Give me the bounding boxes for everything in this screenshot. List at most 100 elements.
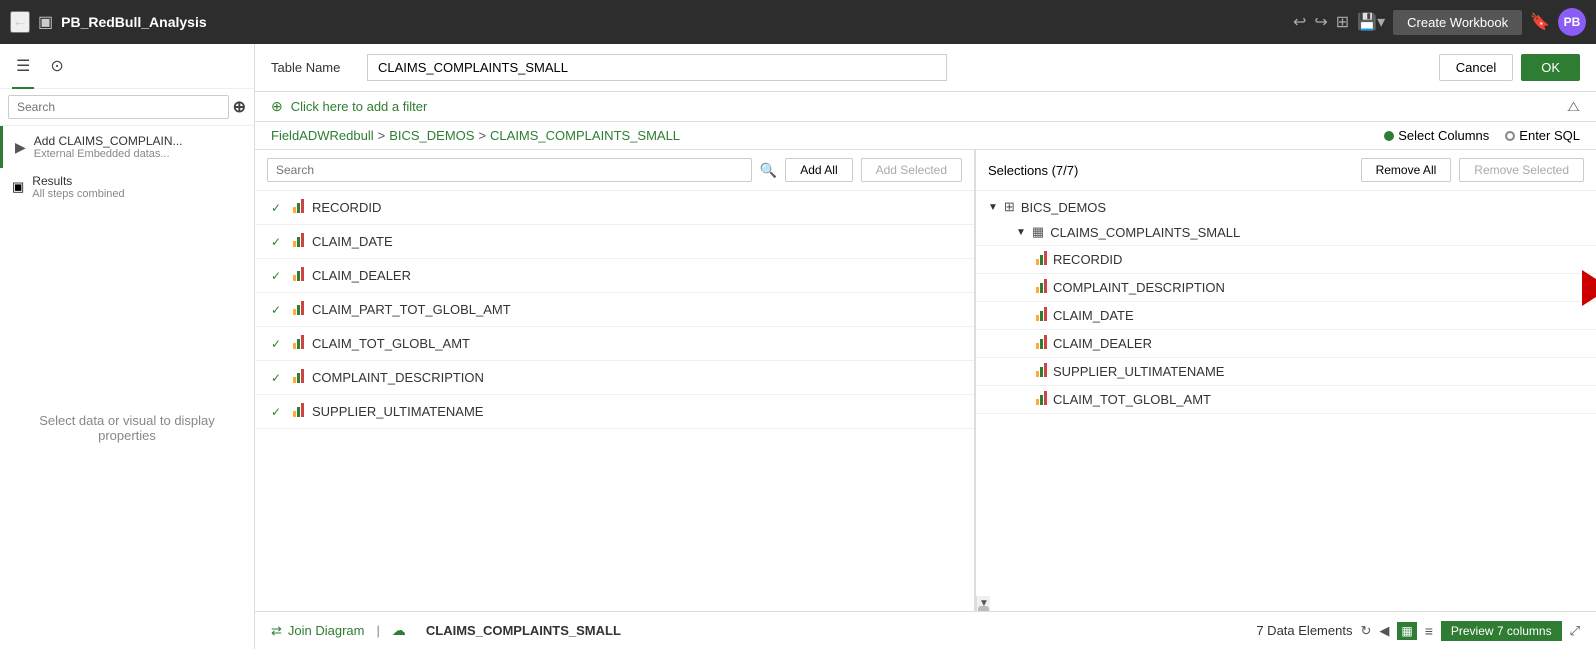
col-name-claim-tot: CLAIM_TOT_GLOBL_AMT [312,336,470,351]
tree-item-recordid[interactable]: RECORDID [976,246,1596,274]
col-name-claim-date: CLAIM_DATE [312,234,393,249]
arrow-left-icon[interactable]: ◀ [1379,623,1389,639]
list-item[interactable]: ✓ SUPPLIER_ULTIMATENAME [255,395,974,429]
sidebar-item-text: Add CLAIMS_COMPLAIN... External Embedded… [34,134,183,160]
check-icon: ✓ [271,235,285,249]
list-item[interactable]: ✓ CLAIM_DEALER [255,259,974,293]
list-view-icon[interactable]: ≡ [1425,623,1433,639]
list-item[interactable]: ✓ CLAIM_TOT_GLOBL_AMT [255,327,974,361]
sidebar-item-results[interactable]: ▣ Results All steps combined [0,168,254,206]
filter-text[interactable]: Click here to add a filter [291,99,428,114]
sel-col-icon [1036,251,1047,268]
back-button[interactable]: ← [10,11,30,33]
tree-node-bics-demos[interactable]: ▼ ⊞ BICS_DEMOS [976,195,1596,219]
refresh-icon[interactable]: ↻ [1360,623,1371,639]
radio-dot-outline [1505,131,1515,141]
undo-icon[interactable]: ↩ [1293,12,1306,32]
results-icon: ▣ [12,179,24,195]
join-diagram-button[interactable]: ⇄ Join Diagram [271,623,365,639]
results-label: Results [32,174,124,188]
breadcrumb-part-2[interactable]: BICS_DEMOS [389,128,474,143]
columns-panel: 🔍 Add All Add Selected ✓ RECORDID ✓ [255,150,1596,611]
sidebar-search-input[interactable] [8,95,229,119]
tree-item-complaint-desc[interactable]: COMPLAINT_DESCRIPTION [976,274,1596,302]
tree-arrow-icon2: ▼ [1016,227,1026,238]
breadcrumb-sep-1: > [378,128,386,143]
ok-button[interactable]: OK [1521,54,1580,81]
select-columns-option[interactable]: Select Columns [1384,128,1489,143]
sel-col-name: COMPLAINT_DESCRIPTION [1053,280,1225,295]
col-name-supplier: SUPPLIER_ULTIMATENAME [312,404,483,419]
col-bar-icon [293,233,304,250]
selections-tree: ▼ ⊞ BICS_DEMOS ▼ ▦ CLAIMS_COMPLAINTS_SMA… [976,191,1596,596]
sel-col-icon [1036,279,1047,296]
breadcrumb-part-1[interactable]: FieldADWRedbull [271,128,374,143]
add-selected-button[interactable]: Add Selected [861,158,962,182]
filter-add-icon[interactable]: ⊕ [271,98,283,115]
list-item[interactable]: ✓ CLAIM_DATE [255,225,974,259]
select-columns-label: Select Columns [1398,128,1489,143]
col-name-claim-dealer: CLAIM_DEALER [312,268,411,283]
scrollbar-thumb[interactable] [978,606,989,611]
avatar[interactable]: PB [1558,8,1586,36]
data-elements-count: 7 Data Elements [1256,623,1352,638]
check-icon: ✓ [271,269,285,283]
sidebar-item-add-claims[interactable]: ▶ Add CLAIMS_COMPLAIN... External Embedd… [0,126,254,168]
tree-node-table[interactable]: ▼ ▦ CLAIMS_COMPLAINTS_SMALL [976,219,1596,246]
sel-col-name: CLAIM_TOT_GLOBL_AMT [1053,392,1211,407]
top-bar: ← ▣ PB_RedBull_Analysis ↩ ↪ ⊞ 💾▾ Create … [0,0,1596,44]
filter-funnel-icon[interactable]: ⧍ [1567,98,1580,115]
list-item[interactable]: ✓ CLAIM_PART_TOT_GLOBL_AMT [255,293,974,327]
sidebar-add-button[interactable]: ⊕ [233,97,246,117]
breadcrumb-row: FieldADWRedbull > BICS_DEMOS > CLAIMS_CO… [255,122,1596,150]
cloud-icon: ☁ [392,622,406,639]
col-name-complaint-desc: COMPLAINT_DESCRIPTION [312,370,484,385]
check-icon: ✓ [271,201,285,215]
sidebar: ☰ ⊙ ⊕ ▶ Add CLAIMS_COMPLAIN... External … [0,44,255,649]
table-name-input[interactable] [367,54,947,81]
col-name-claim-part-tot: CLAIM_PART_TOT_GLOBL_AMT [312,302,511,317]
list-item[interactable]: ✓ RECORDID [255,191,974,225]
enter-sql-option[interactable]: Enter SQL [1505,128,1580,143]
layout-icon[interactable]: ⊞ [1336,12,1349,32]
col-name-recordid: RECORDID [312,200,381,215]
sidebar-nav-sublabel: External Embedded datas... [34,148,183,160]
preview-button[interactable]: Preview 7 columns [1441,621,1562,641]
tree-item-claim-date[interactable]: CLAIM_DATE [976,302,1596,330]
save-icon[interactable]: 💾▾ [1357,12,1385,32]
sidebar-icon-list[interactable]: ☰ [12,52,34,80]
selections-title: Selections (7/7) [988,163,1353,178]
bookmark-icon[interactable]: 🔖 [1530,12,1550,32]
columns-left-panel: 🔍 Add All Add Selected ✓ RECORDID ✓ [255,150,976,611]
tree-item-claim-tot[interactable]: CLAIM_TOT_GLOBL_AMT [976,386,1596,414]
sel-col-icon [1036,391,1047,408]
col-bar-icon [293,199,304,216]
create-workbook-button[interactable]: Create Workbook [1393,10,1522,35]
breadcrumb-right: Select Columns Enter SQL [1384,128,1580,143]
remove-all-button[interactable]: Remove All [1361,158,1452,182]
columns-search-icon: 🔍 [760,162,777,179]
grid-view-icon[interactable]: ▦ [1397,622,1416,640]
selections-header: Selections (7/7) Remove All Remove Selec… [976,150,1596,191]
results-text: Results All steps combined [32,174,124,200]
bottom-bar: ⇄ Join Diagram | ☁ CLAIMS_COMPLAINTS_SMA… [255,611,1596,649]
list-item[interactable]: ✓ COMPLAINT_DESCRIPTION [255,361,974,395]
sidebar-icon-circle[interactable]: ⊙ [46,52,67,80]
tree-item-claim-dealer[interactable]: CLAIM_DEALER [976,330,1596,358]
nav-arrow-icon: ▶ [15,139,26,156]
remove-selected-button[interactable]: Remove Selected [1459,158,1584,182]
add-all-button[interactable]: Add All [785,158,852,182]
sidebar-bottom-text: Select data or visual to display propert… [0,206,254,649]
check-icon: ✓ [271,405,285,419]
check-icon: ✓ [271,337,285,351]
col-bar-icon [293,301,304,318]
expand-icon[interactable]: ⤢ [1570,623,1580,639]
cancel-button[interactable]: Cancel [1439,54,1513,81]
table-name-label: Table Name [271,60,351,75]
redo-icon[interactable]: ↪ [1314,12,1327,32]
selections-scrollbar[interactable]: ▼ [976,596,990,611]
app-icon: ▣ [38,12,53,32]
tree-item-supplier[interactable]: SUPPLIER_ULTIMATENAME [976,358,1596,386]
columns-search-input[interactable] [267,158,752,182]
columns-search-row: 🔍 Add All Add Selected [255,150,974,191]
